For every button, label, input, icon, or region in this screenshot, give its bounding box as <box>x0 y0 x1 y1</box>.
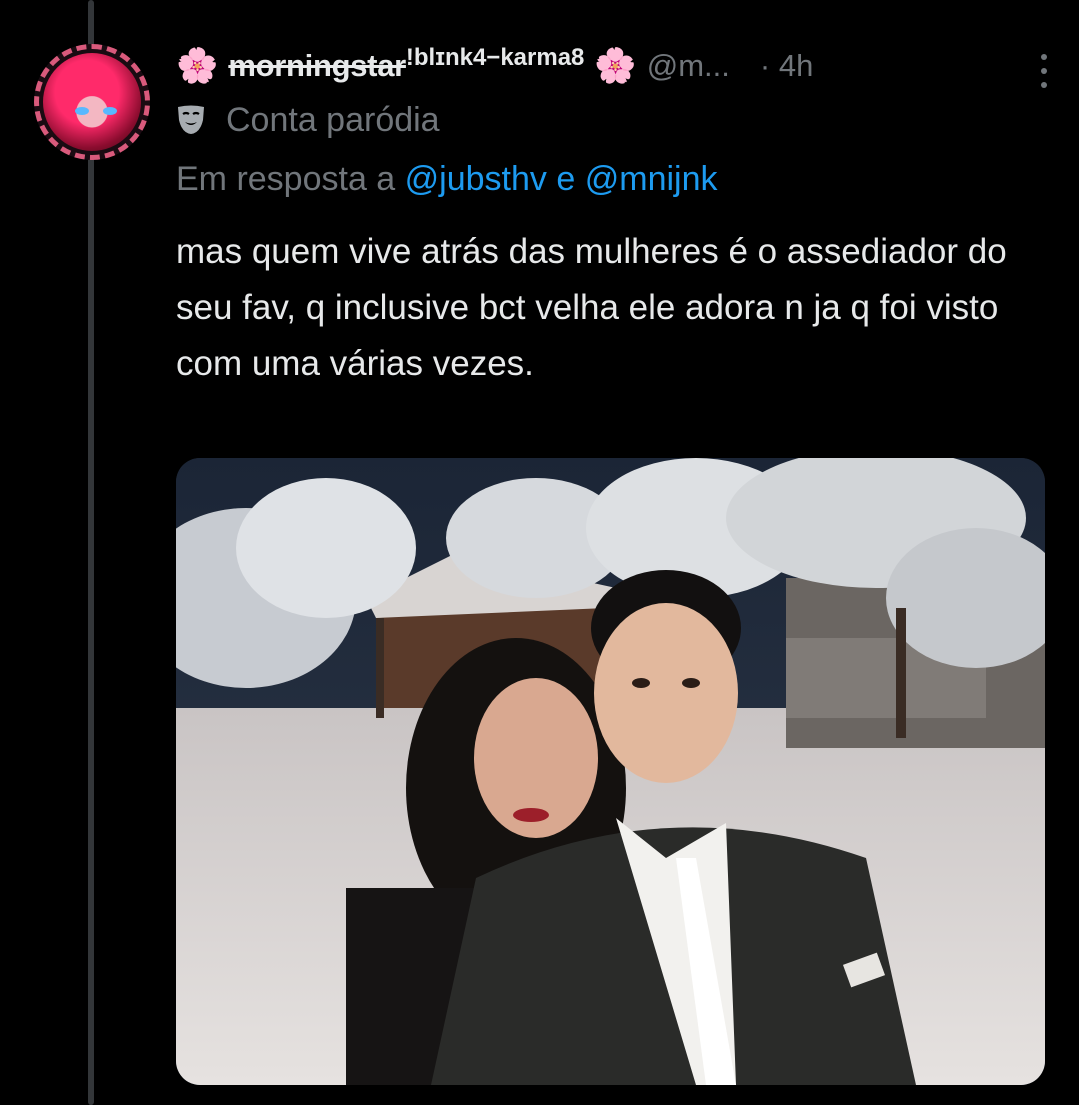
photo-illustration <box>176 458 1045 1085</box>
cherry-blossom-icon: 🌸 <box>176 47 219 85</box>
user-handle[interactable]: @m... <box>647 48 730 84</box>
tweet-text: mas quem vive atrás das mulheres é o ass… <box>176 232 1007 383</box>
timestamp[interactable]: · 4h <box>760 48 813 84</box>
parody-text: Conta paródia <box>226 100 440 139</box>
avatar-image <box>43 53 141 151</box>
avatar[interactable] <box>34 44 150 160</box>
theater-mask-icon <box>178 105 204 134</box>
cherry-blossom-icon: 🌸 <box>594 47 637 85</box>
display-name-suffix[interactable]: !blɪnk4−karma8 <box>406 44 585 72</box>
reply-connector: e <box>556 160 576 198</box>
display-name[interactable]: morningstar <box>228 48 406 84</box>
avatar-eye-left <box>75 107 89 115</box>
tweet-header: 🌸 morningstar !blɪnk4−karma8 🌸 @m... · 4… <box>176 40 1049 92</box>
avatar-eye-right <box>103 107 117 115</box>
tweet-photo[interactable] <box>176 458 1045 1085</box>
reply-context: Em resposta a @jubsthv e @mnijnk <box>176 160 718 199</box>
more-vertical-icon[interactable] <box>1039 54 1049 88</box>
parody-label: Conta paródia <box>176 96 440 144</box>
mention-link-2[interactable]: @mnijnk <box>585 160 718 198</box>
thread-line <box>88 0 94 1105</box>
mention-link-1[interactable]: @jubsthv <box>405 160 547 198</box>
reply-prefix: Em resposta a <box>176 160 396 198</box>
